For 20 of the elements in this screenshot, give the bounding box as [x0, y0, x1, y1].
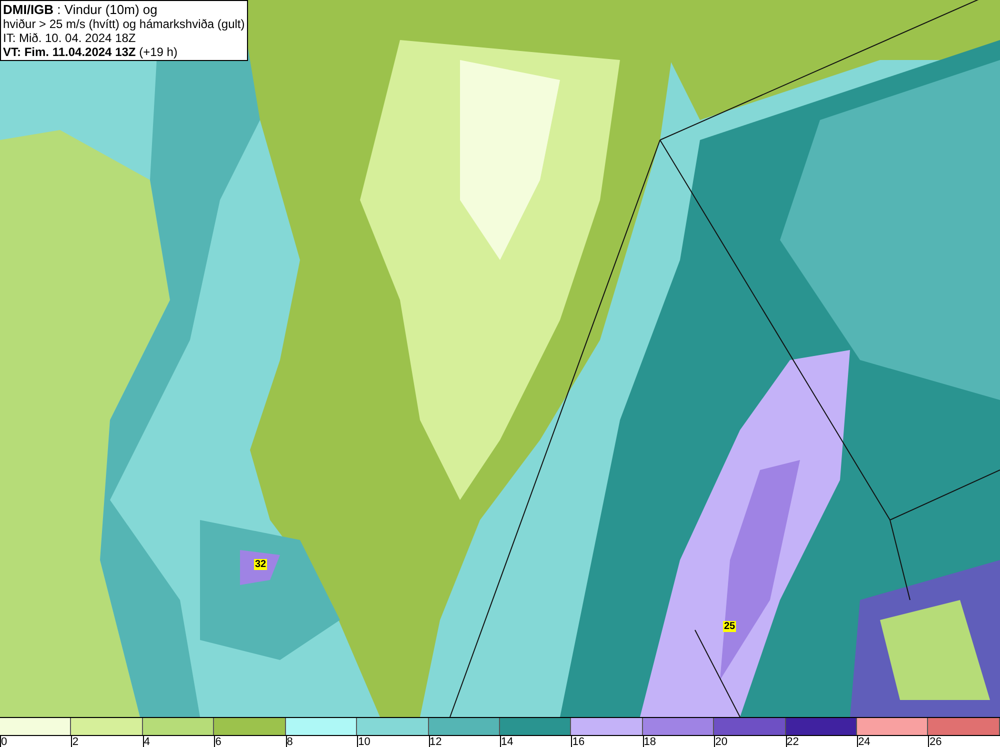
legend-tick-label: 8 [286, 736, 294, 747]
legend-tick-label: 20 [715, 736, 728, 747]
legend-tick-label: 22 [786, 736, 800, 747]
legend-tick-label: 0 [1, 736, 8, 747]
legend-tick-label: 2 [72, 736, 80, 747]
legend-tick-label: 6 [215, 736, 222, 747]
title-line: DMI/IGB : Vindur (10m) og [3, 2, 158, 17]
legend-tick-label: 18 [644, 736, 658, 747]
legend-tick-label: 14 [500, 736, 514, 747]
peak-gust-label: 32 [254, 559, 268, 570]
legend-tick-label: 16 [572, 736, 586, 747]
peak-gust-label: 25 [723, 621, 736, 632]
legend-tick-label: 4 [144, 736, 151, 747]
legend-tick-label: 10 [358, 736, 372, 747]
legend-tick-label: 24 [858, 736, 872, 747]
legend-tick-label: 12 [430, 736, 443, 747]
title-line: VT: Fim. 11.04.2024 13Z (+19 h) [3, 45, 178, 59]
title-line: IT: Mið. 10. 04. 2024 18Z [3, 31, 137, 45]
title-line: hviður > 25 m/s (hvítt) og hámarkshviða (gult) [3, 17, 245, 31]
legend-tick-label: 26 [929, 736, 943, 747]
